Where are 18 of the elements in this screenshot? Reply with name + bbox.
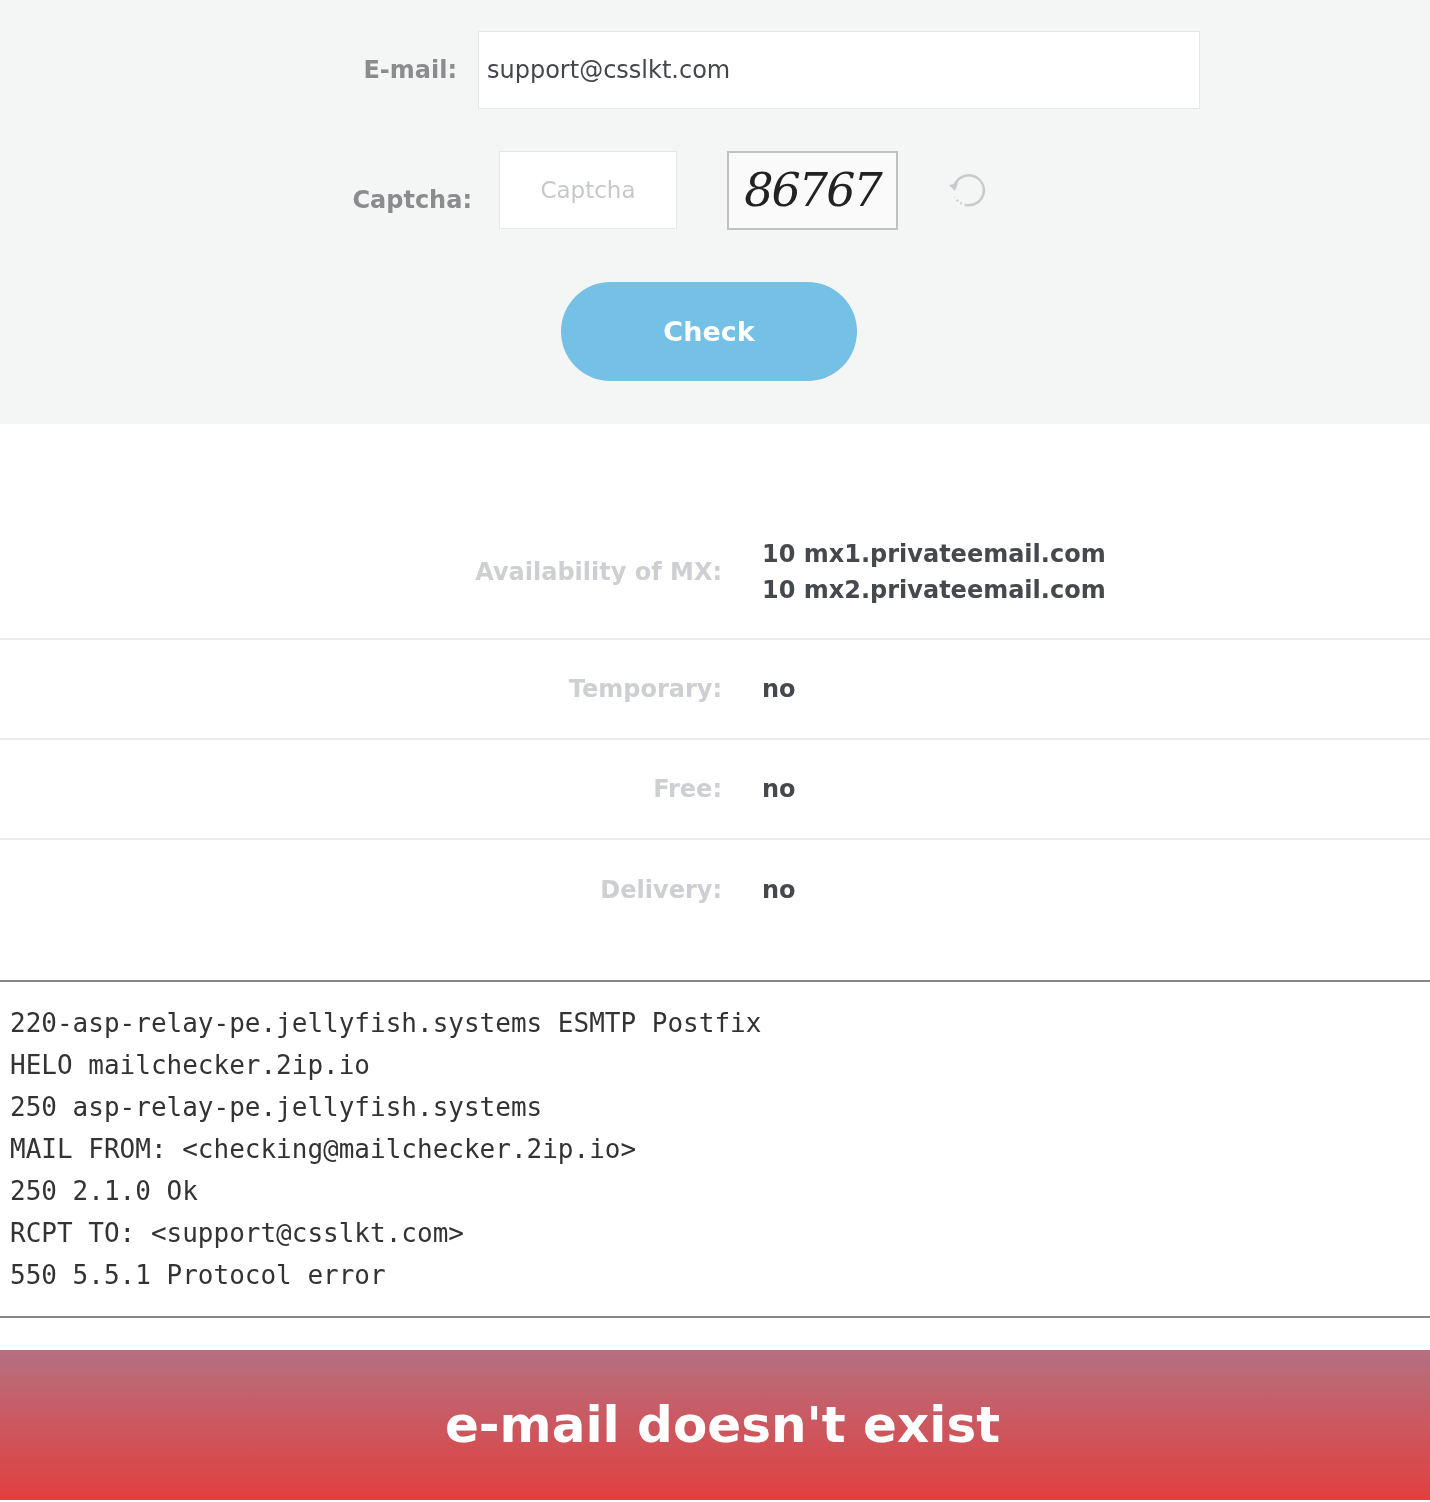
- log-line: 220-asp-relay-pe.jellyfish.systems ESMTP Postfix: [10, 1007, 763, 1040]
- log-line: 250 2.1.0 Ok: [10, 1175, 199, 1208]
- result-value: 10 mx1.privateemail.com: [762, 540, 1106, 568]
- captcha-image: 86767: [727, 150, 898, 230]
- result-message: e-mail doesn't exist: [444, 1396, 1001, 1454]
- result-value: 10 mx2.privateemail.com: [762, 576, 1106, 604]
- field-label: E-mail:: [362, 56, 458, 84]
- result-value: no: [762, 675, 796, 703]
- field-label: Captcha:: [351, 186, 472, 214]
- email-field[interactable]: support@csslkt.com: [478, 31, 1200, 109]
- log-line: RCPT TO: <support@csslkt.com>: [10, 1217, 465, 1250]
- captcha-field[interactable]: Captcha: [499, 151, 677, 229]
- log-line: MAIL FROM: <checking@mailchecker.2ip.io>: [10, 1133, 638, 1166]
- log-line: HELO mailchecker.2ip.io: [10, 1049, 372, 1082]
- result-value: no: [762, 876, 796, 904]
- log-line: 250 asp-relay-pe.jellyfish.systems: [10, 1091, 544, 1124]
- log-line: 550 5.5.1 Protocol error: [10, 1259, 387, 1292]
- result-value: no: [762, 775, 796, 803]
